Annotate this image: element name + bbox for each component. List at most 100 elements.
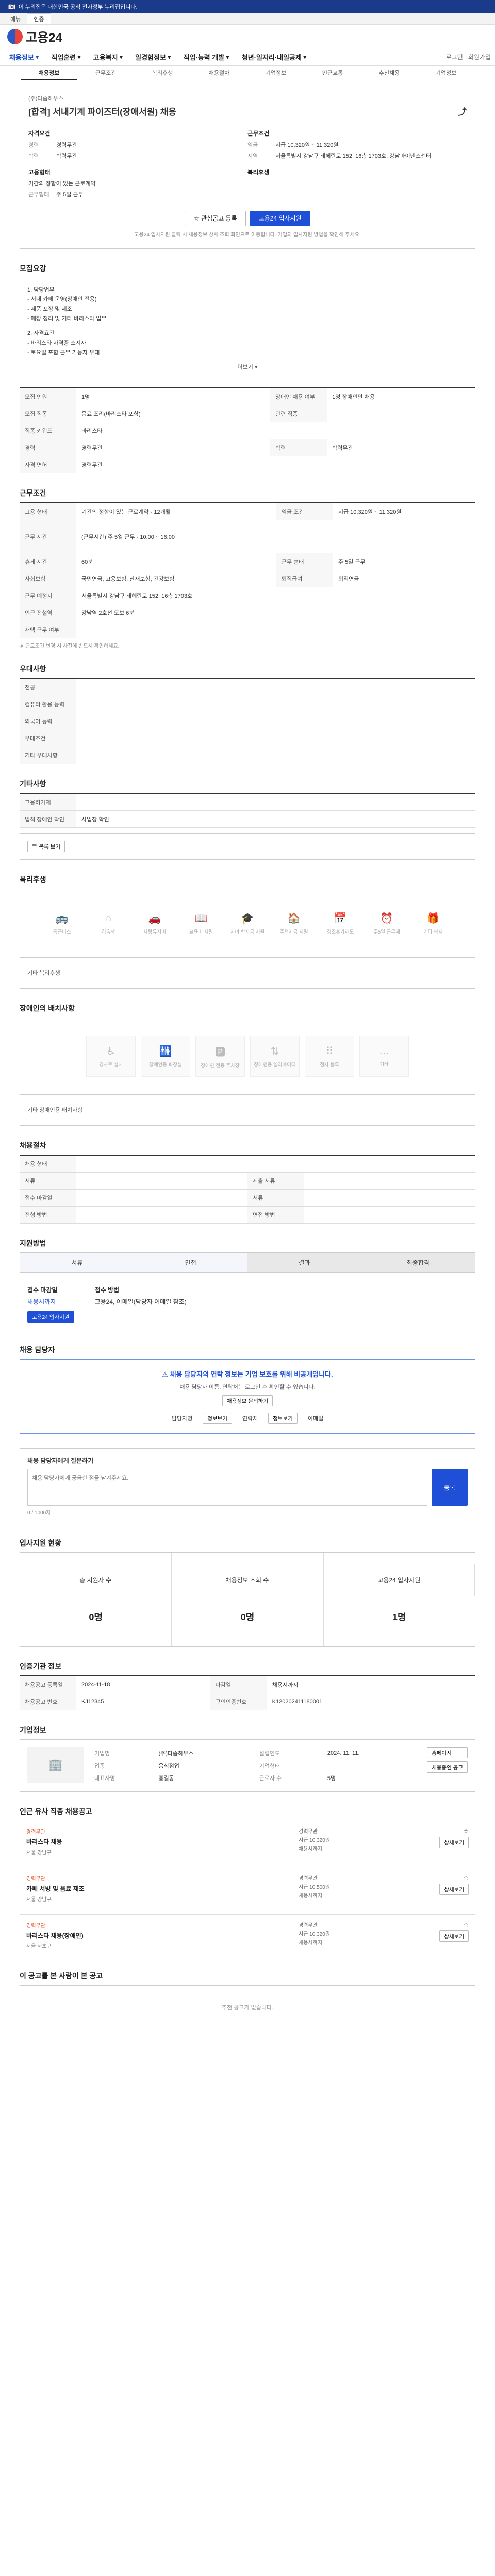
welfare-item: ⏰ 주5일 근무제 xyxy=(366,907,407,940)
job-card-title[interactable]: 카페 서빙 및 음료 제조 xyxy=(26,1884,299,1893)
company-jobs-button[interactable]: 채용중인 공고 xyxy=(427,1761,468,1773)
welfare-label: 주택자금 지원 xyxy=(279,929,308,935)
conditions-section: 근무조건 고용 형태 기간의 정함이 있는 근로계약 · 12개월 임금 조건 시급 … xyxy=(20,488,475,649)
welfare-item: 🚌 통근버스 xyxy=(41,907,82,940)
stat-value: 0명 xyxy=(240,1612,255,1623)
view-contact-button[interactable]: 정보보기 xyxy=(268,1413,298,1425)
contact-label: 연락처 xyxy=(242,1416,258,1422)
welfare-etc: 기타 복리후생 xyxy=(20,961,475,989)
tab-welfare[interactable]: 복리후생 xyxy=(134,66,191,80)
stat-label: 채용정보 조회 수 xyxy=(172,1564,323,1596)
list-button[interactable]: ☰ 목록 보기 xyxy=(27,841,65,853)
row-value: 1명 장애인만 채용 xyxy=(327,388,475,406)
tab-company-info[interactable]: 기업정보 xyxy=(418,66,474,80)
star-icon[interactable]: ☆ xyxy=(463,1921,469,1928)
share-icon[interactable]: ⤴ xyxy=(458,105,467,117)
apply-section: 지원방법 서류 면접 결과 최종합격 접수 마감일 채용시까지 고용24 입사지… xyxy=(20,1238,475,1331)
disabled-item: ⇅ 장애인용 엘리베이터 xyxy=(250,1036,300,1077)
login-link[interactable]: 로그인 xyxy=(446,53,463,61)
job-card-desc: 서울 서초구 xyxy=(26,1944,52,1950)
preference-heading: 우대사항 xyxy=(20,665,46,673)
step-item: 서류 xyxy=(20,1253,134,1273)
similar-job-card[interactable]: 경력무관 바리스타 채용 서울 강남구 경력무관 시급 10,320원 채용시까지 ☆ 상… xyxy=(20,1821,475,1863)
row-label: 학력 xyxy=(270,439,327,457)
place-label: 지역 xyxy=(248,153,258,160)
row-label: 사회보험 xyxy=(20,570,76,588)
job-card-desc: 서울 강남구 xyxy=(26,1850,52,1856)
view-contact-button[interactable]: 정보보기 xyxy=(203,1413,232,1425)
qna-submit-button[interactable]: 등록 xyxy=(432,1469,468,1506)
etc-table: 고용허가제 법적 장애인 확인 사업장 확인 xyxy=(20,793,475,828)
recommend-empty: 추천 공고가 없습니다. xyxy=(20,1985,475,2030)
gnb-item-training[interactable]: 직업훈련 ▾ xyxy=(46,52,86,62)
preference-section: 우대사항 전공 컴퓨터 활용 능력 외국어 능력 우대조건 기타 우대사항 xyxy=(20,664,475,765)
row-label: 서류 xyxy=(20,1172,76,1190)
job-card-title[interactable]: 바리스타 채용 xyxy=(26,1837,299,1846)
row-label: 기업명 xyxy=(94,1751,110,1757)
tab-detail[interactable]: 채용정보 xyxy=(21,66,77,80)
car-icon: 🚗 xyxy=(148,912,161,924)
row-label: 채용공고 등록일 xyxy=(20,1676,76,1694)
education-label: 학력 xyxy=(28,153,39,160)
scrap-button[interactable]: ☆ 관심공고 등록 xyxy=(185,210,246,226)
row-value: 주 5일 근무 xyxy=(333,553,475,571)
lang-bar: 메뉴 인증 xyxy=(0,13,495,25)
detail-button[interactable]: 상세보기 xyxy=(439,1884,469,1895)
step-item: 최종합격 xyxy=(361,1253,475,1273)
similar-job-card[interactable]: 경력무관 카페 서빙 및 음료 제조 서울 강남구 경력무관 시급 10,500원 채용… xyxy=(20,1868,475,1910)
signup-link[interactable]: 회원가입 xyxy=(468,53,491,61)
disabled-section: 장애인의 배치사항 ♿ 경사로 설치 🚻 장애인용 화장실 🅿 장애인 전용 주차장 … xyxy=(20,1003,475,1126)
gnb-item-jobs[interactable]: 채용정보 ▾ xyxy=(4,52,44,62)
tab-recommend[interactable]: 추천채용 xyxy=(361,66,418,80)
hire-value: 기간의 정함이 있는 근로계약 xyxy=(28,180,96,187)
more-button[interactable]: 더보기 ▾ xyxy=(27,363,468,372)
job-card-title[interactable]: 바리스타 채용(장애인) xyxy=(26,1931,299,1940)
site-logo[interactable]: 고용24 xyxy=(7,27,62,45)
tab-process[interactable]: 채용절차 xyxy=(191,66,248,80)
tab-transport[interactable]: 인근교통 xyxy=(304,66,361,80)
tab-conditions[interactable]: 근무조건 xyxy=(77,66,134,80)
detail-button[interactable]: 상세보기 xyxy=(439,1837,469,1849)
homepage-button[interactable]: 홈페이지 xyxy=(427,1747,468,1759)
detail-subtabs: 채용정보 근무조건 복리후생 채용절차 기업정보 인근교통 추천채용 기업정보 xyxy=(0,66,495,80)
apply-button-2[interactable]: 고용24 입사지원 xyxy=(27,1311,74,1323)
star-icon[interactable]: ☆ xyxy=(463,1874,469,1882)
qna-input[interactable] xyxy=(27,1469,427,1506)
apply-button[interactable]: 고용24 입사지원 xyxy=(250,210,310,226)
step-item: 결과 xyxy=(248,1253,361,1273)
gov-notice-bar: 🇰🇷 이 누리집은 대한민국 공식 전자정부 누리집입니다. xyxy=(0,0,495,13)
lang-tab-menu[interactable]: 메뉴 xyxy=(4,14,27,24)
gnb-label: 직업·능력 개발 xyxy=(183,54,225,61)
gnb-item-welfare[interactable]: 고용복지 ▾ xyxy=(88,52,128,62)
gnb-item-experience[interactable]: 일경험정보 ▾ xyxy=(130,52,176,62)
similar-job-card[interactable]: 경력무관 바리스타 채용(장애인) 서울 서초구 경력무관 시급 10,320원 채용시… xyxy=(20,1914,475,1957)
job-meta: 시급 10,320원 xyxy=(299,1931,330,1938)
row-label: 직종 키워드 xyxy=(20,422,76,440)
job-tag: 경력무관 xyxy=(26,1829,45,1836)
stat-item: 총 지원자 수 0명 xyxy=(20,1553,172,1647)
row-label: 채용 형태 xyxy=(20,1155,76,1173)
row-label: 면접 방법 xyxy=(248,1206,304,1224)
gnb-item-youth[interactable]: 청년·일자리·내일공제 ▾ xyxy=(237,52,312,62)
tab-company[interactable]: 기업정보 xyxy=(248,66,304,80)
contact-inquiry-button[interactable]: 채용정보 문의하기 xyxy=(222,1395,273,1407)
stat-item: 채용정보 조회 수 0명 xyxy=(172,1553,324,1647)
welfare-item: 🚗 차량유지비 xyxy=(134,907,175,940)
site-header: 고용24 xyxy=(0,25,495,48)
job-title: [합격] 서내기계 파이즈터(장애서원) 채용 xyxy=(28,107,177,117)
gnb-item-career[interactable]: 직업·능력 개발 ▾ xyxy=(178,52,234,62)
ramp-icon: ♿ xyxy=(106,1045,116,1057)
star-icon[interactable]: ☆ xyxy=(463,1827,469,1835)
preference-table: 전공 컴퓨터 활용 능력 외국어 능력 우대조건 기타 우대사항 xyxy=(20,678,475,765)
contact-notice-title: 채용 담당자의 연락 정보는 기업 보호를 위해 비공개입니다. xyxy=(170,1370,333,1379)
experience-label: 경력 xyxy=(28,142,39,148)
row-value xyxy=(76,747,475,765)
lang-tab-auth[interactable]: 인증 xyxy=(27,13,51,24)
row-value xyxy=(76,1189,248,1207)
row-value xyxy=(304,1172,475,1190)
star-icon: ☆ xyxy=(193,214,200,222)
row-label: 전형 방법 xyxy=(20,1206,76,1224)
row-label: 모집 직종 xyxy=(20,405,76,423)
detail-button[interactable]: 상세보기 xyxy=(439,1930,469,1942)
row-label: 장애인 채용 여부 xyxy=(270,388,327,406)
